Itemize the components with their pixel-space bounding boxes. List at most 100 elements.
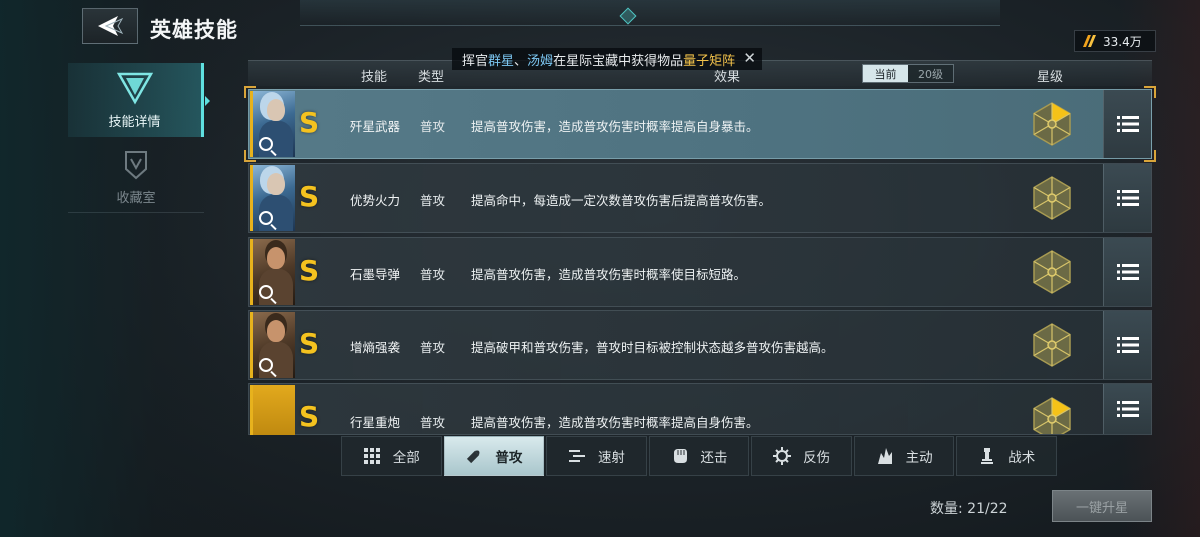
level-toggle-max[interactable]: 20级 [908, 65, 953, 82]
skill-name: 行星重炮 [350, 415, 401, 430]
star-level-icon[interactable] [1029, 175, 1075, 221]
skill-type: 普攻 [420, 340, 446, 355]
sidebar-divider [68, 212, 204, 213]
top-gem-icon [619, 7, 637, 25]
sidebar-item-label: 技能详情 [108, 114, 161, 130]
skill-row[interactable]: S 行星重炮 普攻 提高普攻伤害，造成普攻伤害时概率提高自身伤害。 [248, 383, 1152, 435]
magnifier-icon[interactable] [259, 285, 273, 299]
currency-display[interactable]: 33.4万 [1074, 30, 1156, 52]
rapid-fire-icon [568, 450, 585, 462]
filter-label: 还击 [700, 450, 728, 466]
notice-text: 在星际宝藏中获得物品 [553, 53, 684, 69]
skill-row[interactable]: S 优势火力 普攻 提高命中，每造成一定次数普攻伤害后提高普攻伤害。 [248, 163, 1152, 233]
list-icon [1116, 401, 1139, 417]
skill-v-icon [116, 72, 153, 105]
notice-prefix: 挥官 [462, 53, 489, 69]
skill-type: 普攻 [420, 119, 446, 134]
magnifier-icon[interactable] [259, 137, 273, 151]
star-level-icon[interactable] [1029, 322, 1075, 368]
sidebar-item-collection[interactable]: 收藏室 [68, 140, 204, 214]
filter-label: 战术 [1008, 450, 1036, 466]
selection-corner [1144, 86, 1156, 98]
skill-menu-button[interactable] [1103, 238, 1151, 306]
list-icon [1116, 190, 1139, 206]
magnifier-icon[interactable] [259, 211, 273, 225]
flame-icon [877, 448, 892, 464]
star-level-icon[interactable] [1029, 249, 1075, 295]
rank-badge: S [299, 180, 320, 213]
filter-label: 普攻 [495, 450, 523, 466]
skill-effect: 提高普攻伤害，造成普攻伤害时概率使目标短路。 [471, 267, 747, 282]
notice-player2: 汤姆 [527, 53, 554, 69]
count-value: 21/22 [967, 501, 1008, 517]
selection-corner [244, 86, 256, 98]
filter-tab-tactics[interactable]: 战术 [956, 436, 1058, 476]
hero-portrait [250, 91, 295, 157]
gear-icon [773, 447, 792, 465]
chess-piece-icon [981, 448, 994, 464]
header-type: 类型 [418, 70, 445, 85]
skill-type-filter-bar: 全部 普攻 速射 还击 反伤 主动 战术 [341, 436, 1058, 476]
broadcast-notice: 挥官 群星、汤姆 在星际宝藏中获得物品 量子矩阵 ✕ [452, 48, 762, 70]
star-level-icon[interactable] [1029, 101, 1075, 147]
back-button[interactable] [82, 8, 138, 44]
skill-menu-button[interactable] [1103, 164, 1151, 232]
top-frame-decoration [300, 0, 1000, 26]
rank-badge: S [299, 327, 320, 360]
hero-portrait [250, 385, 295, 435]
skill-row[interactable]: S 增熵强袭 普攻 提高破甲和普攻伤害，普攻时目标被控制状态越多普攻伤害越高。 [248, 310, 1152, 380]
hero-portrait [250, 239, 295, 305]
skill-effect: 提高普攻伤害，造成普攻伤害时概率提高自身暴击。 [471, 119, 759, 134]
skill-row[interactable]: S 歼星武器 普攻 提高普攻伤害，造成普攻伤害时概率提高自身暴击。 [244, 86, 1156, 162]
filter-tab-all[interactable]: 全部 [341, 436, 442, 476]
skill-name: 增熵强袭 [350, 340, 401, 355]
rank-badge: S [299, 254, 320, 287]
filter-tab-rapid-fire[interactable]: 速射 [546, 436, 647, 476]
skill-row[interactable]: S 石墨导弹 普攻 提高普攻伤害，造成普攻伤害时概率使目标短路。 [248, 237, 1152, 307]
level-toggle[interactable]: 当前 20级 [862, 64, 954, 83]
filter-label: 反伤 [803, 450, 831, 466]
skill-effect: 提高命中，每造成一定次数普攻伤害后提高普攻伤害。 [471, 193, 772, 208]
selection-corner [1144, 150, 1156, 162]
filter-label: 主动 [905, 450, 933, 466]
fist-icon [673, 449, 687, 463]
skill-effect: 提高普攻伤害，造成普攻伤害时概率提高自身伤害。 [471, 415, 759, 430]
close-icon[interactable]: ✕ [743, 49, 756, 67]
star-level-icon[interactable] [1029, 396, 1075, 434]
skill-name: 石墨导弹 [350, 267, 401, 282]
active-indicator [205, 96, 210, 106]
filter-tab-active[interactable]: 主动 [853, 436, 955, 476]
skill-menu-button[interactable] [1103, 311, 1151, 379]
magnifier-icon[interactable] [259, 358, 273, 372]
notice-player1: 群星 [488, 53, 515, 69]
list-icon [1116, 116, 1139, 132]
skill-menu-button[interactable] [1103, 384, 1151, 434]
filter-label: 速射 [597, 450, 625, 466]
rank-badge: S [299, 400, 320, 433]
skill-type: 普攻 [420, 415, 446, 430]
one-click-upgrade-button[interactable]: 一键升星 [1052, 490, 1152, 522]
level-toggle-current[interactable]: 当前 [863, 65, 908, 82]
skill-name: 优势火力 [350, 193, 401, 208]
rank-badge: S [299, 106, 320, 139]
sidebar-item-skill-details[interactable]: 技能详情 [68, 63, 210, 137]
list-icon [1116, 264, 1139, 280]
filter-label: 全部 [392, 450, 420, 466]
collection-shield-icon [125, 150, 147, 179]
skill-menu-button[interactable] [1103, 90, 1151, 158]
skill-effect: 提高破甲和普攻伤害，普攻时目标被控制状态越多普攻伤害越高。 [471, 340, 834, 355]
currency-amount: 33.4万 [1103, 34, 1142, 49]
grid-icon [363, 448, 380, 464]
hero-portrait [250, 312, 295, 378]
gold-ingot-icon [1083, 35, 1096, 47]
header-star: 星级 [1037, 70, 1064, 85]
notice-separator: 、 [514, 53, 528, 69]
header-skill: 技能 [361, 70, 388, 85]
selection-corner [244, 150, 256, 162]
filter-tab-basic-attack[interactable]: 普攻 [443, 436, 545, 476]
page-title: 英雄技能 [150, 18, 238, 42]
filter-tab-counter[interactable]: 还击 [648, 436, 750, 476]
filter-tab-reflect[interactable]: 反伤 [751, 436, 852, 476]
list-icon [1116, 337, 1139, 353]
notice-item: 量子矩阵 [683, 53, 736, 69]
